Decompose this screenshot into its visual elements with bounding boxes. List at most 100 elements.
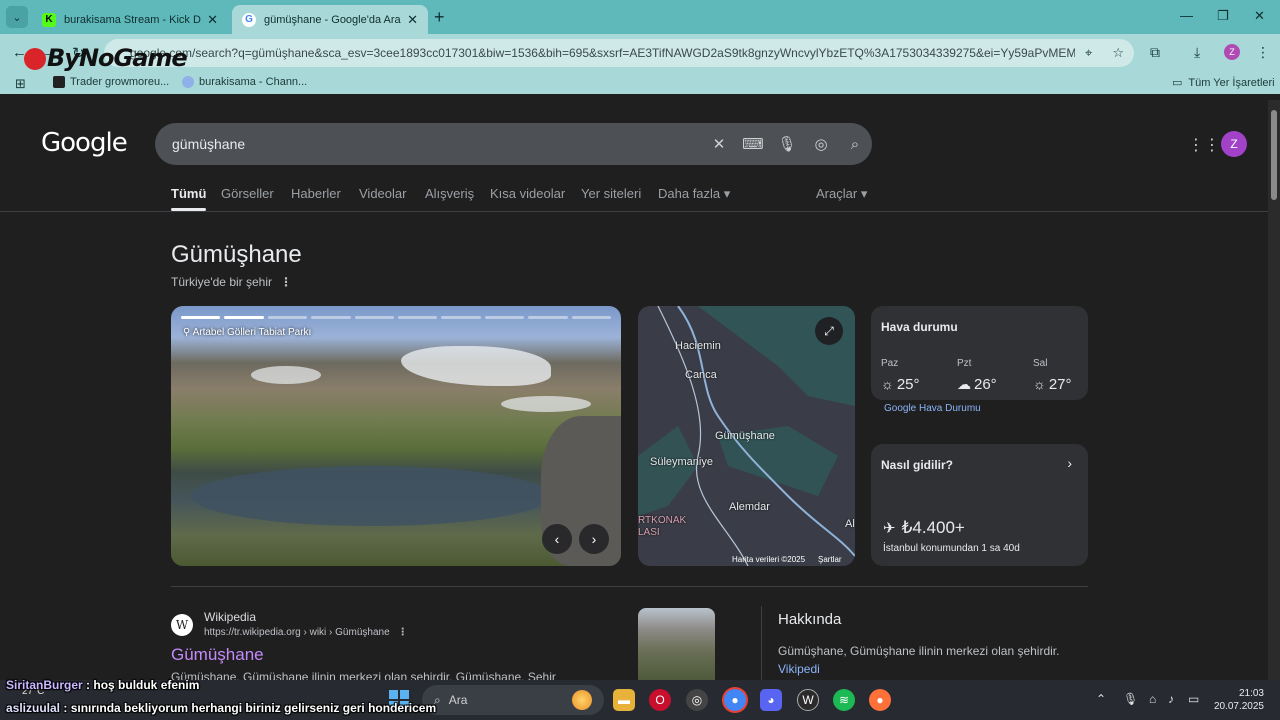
tray-expand-icon[interactable]: ⌃	[1096, 692, 1106, 706]
tab-all[interactable]: Tümü	[171, 186, 207, 211]
weather-day: Sal	[1033, 358, 1048, 369]
about-link[interactable]: Vikipedi	[778, 662, 820, 676]
map-label: Al	[845, 518, 855, 530]
account-avatar[interactable]: Z	[1221, 131, 1247, 157]
download-icon[interactable]: ⤓	[1194, 44, 1200, 61]
tab-search-button[interactable]: ⌄	[6, 6, 28, 28]
tab-places[interactable]: Yer siteleri	[581, 186, 641, 201]
taskbar-clock[interactable]: 21:03 20.07.2025	[1212, 687, 1264, 713]
weather-link[interactable]: Google Hava Durumu	[884, 403, 981, 414]
extensions-icon[interactable]: ⧉	[1150, 44, 1160, 61]
new-tab-button[interactable]: +	[434, 7, 445, 28]
network-icon[interactable]: ⌂	[1149, 692, 1156, 706]
keyboard-icon[interactable]: ⌨	[736, 135, 770, 153]
wikipedia-icon[interactable]: W	[171, 614, 193, 636]
lens-icon[interactable]: ◎	[804, 135, 838, 153]
tools-button[interactable]: Araçlar ▾	[816, 186, 867, 202]
knowledge-panel-title: Gümüşhane	[171, 241, 302, 268]
clear-icon[interactable]: ✕	[702, 135, 736, 153]
opera-icon[interactable]: O	[649, 689, 671, 711]
progress-segment	[311, 316, 351, 319]
expand-map-button[interactable]: ⤢	[815, 317, 843, 345]
chrome-icon[interactable]: ●	[724, 689, 746, 711]
url-text: google.com/search?q=gümüşhane&sca_esv=3c…	[130, 46, 1076, 60]
map-card[interactable]: Haciemin Canca Gümüşhane Süleymaniye Ale…	[638, 306, 855, 566]
temp-value: 26°	[974, 376, 997, 393]
bookmark-label: burakisama - Chann...	[199, 76, 308, 88]
chevron-down-icon: ⌄	[12, 11, 22, 24]
microphone-icon[interactable]: 🎙	[770, 135, 804, 153]
minimize-button[interactable]: —	[1180, 8, 1193, 23]
tab-news[interactable]: Haberler	[291, 186, 341, 201]
bookmark-burakisama[interactable]: burakisama - Chann...	[182, 76, 307, 88]
browser-profile-avatar[interactable]: Z	[1224, 44, 1240, 60]
result-title-link[interactable]: Gümüşhane	[171, 645, 264, 665]
search-icon[interactable]: ⌕	[838, 136, 872, 153]
chat-username: SiritanBurger	[6, 678, 83, 692]
directions-card[interactable]: Nasıl gidilir? › ✈ ₺4.400+ İstanbul konum…	[871, 444, 1088, 566]
caret-down-icon: ▾	[723, 186, 731, 201]
chevron-right-icon[interactable]: ›	[1067, 455, 1072, 471]
app-icon[interactable]: ◎	[686, 689, 708, 711]
price-value: ₺4.400+	[901, 518, 965, 537]
tab-shopping[interactable]: Alışveriş	[425, 186, 474, 201]
taskbar-search[interactable]: ⌕ Ara	[422, 685, 604, 715]
address-bar[interactable]: google.com/search?q=gümüşhane&sca_esv=3c…	[104, 39, 1134, 67]
more-options-icon[interactable]: ⋮	[398, 627, 408, 638]
tab-images[interactable]: Görseller	[221, 186, 274, 201]
file-explorer-icon[interactable]: ▬	[613, 689, 635, 711]
more-options-icon[interactable]: ⋮	[280, 275, 292, 289]
weather-card[interactable]: Hava durumu Paz Pzt Sal ☼ 25° ☁ 26° ☼ 27° G…	[871, 306, 1088, 414]
restore-button[interactable]: ❐	[1217, 8, 1229, 24]
google-icon: G	[242, 12, 256, 27]
close-icon[interactable]: ✕	[407, 12, 418, 28]
chevron-right-icon: ›	[591, 531, 597, 547]
tab-google[interactable]: G gümüşhane - Google'da Ara ✕	[232, 5, 428, 34]
menu-dots-icon[interactable]: ⋮	[1256, 44, 1270, 61]
firefox-icon[interactable]: ●	[869, 689, 891, 711]
microphone-icon[interactable]: 🎙	[1123, 692, 1138, 706]
location-icon[interactable]: ⌖	[1085, 45, 1092, 61]
photo-detail	[401, 346, 551, 386]
result-url[interactable]: https://tr.wikipedia.org › wiki › Gümüşh…	[204, 627, 408, 638]
photo-carousel[interactable]: ⚲ Artabel Gölleri Tabiat Parkı ‹ ›	[171, 306, 621, 566]
all-bookmarks[interactable]: ▭ Tüm Yer İşaretleri	[1172, 76, 1275, 90]
apps-grid-icon[interactable]: ⊞	[15, 76, 26, 92]
flight-price: ✈ ₺4.400+	[883, 518, 965, 538]
scrollbar-thumb[interactable]	[1271, 110, 1277, 200]
progress-segment	[354, 316, 395, 319]
bookmarks-bar: ⊞ Trader growmoreu... burakisama - Chann…	[0, 72, 1280, 94]
divider	[761, 606, 762, 680]
tab-more[interactable]: Daha fazla ▾	[658, 186, 730, 202]
volume-icon[interactable]: ♪	[1168, 692, 1174, 706]
progress-segment	[181, 316, 221, 319]
discord-icon[interactable]: ◕	[760, 689, 782, 711]
close-icon[interactable]: ✕	[207, 12, 218, 28]
close-window-button[interactable]: ✕	[1254, 8, 1265, 24]
battery-icon[interactable]: ▭	[1188, 692, 1199, 706]
weather-temp: ☁ 26°	[957, 376, 997, 393]
map-terms-link[interactable]: Şartlar	[818, 555, 842, 564]
progress-segment	[484, 316, 525, 319]
map-label: Gümüşhane	[715, 430, 775, 442]
tools-label: Araçlar	[816, 186, 858, 201]
carousel-next-button[interactable]: ›	[579, 524, 609, 554]
photo-location[interactable]: ⚲ Artabel Gölleri Tabiat Parkı	[183, 327, 311, 338]
search-box[interactable]: gümüşhane ✕ ⌨ 🎙 ◎ ⌕	[155, 123, 872, 165]
google-results-page: Google gümüşhane ✕ ⌨ 🎙 ◎ ⌕ ⋮⋮⋮ Z Tümü Gö…	[0, 100, 1268, 680]
airplane-icon: ✈	[883, 520, 896, 537]
search-input[interactable]: gümüşhane	[172, 136, 702, 152]
tab-short-videos[interactable]: Kısa videolar	[490, 186, 565, 201]
tab-videos[interactable]: Videolar	[359, 186, 406, 201]
carousel-prev-button[interactable]: ‹	[542, 524, 572, 554]
tab-kick[interactable]: K burakisama Stream - Kick Dashb ✕	[32, 5, 228, 34]
bookmark-star-icon[interactable]: ☆	[1112, 45, 1124, 61]
spotify-icon[interactable]: ≋	[833, 689, 855, 711]
google-logo[interactable]: Google	[41, 128, 128, 158]
windows-logo-part	[389, 690, 398, 699]
bookmark-trader[interactable]: Trader growmoreu...	[53, 76, 169, 88]
result-thumbnail[interactable]	[638, 608, 715, 680]
page-scrollbar[interactable]	[1268, 100, 1280, 680]
whatsapp-icon[interactable]: W	[797, 689, 819, 711]
result-site-name[interactable]: Wikipedia	[204, 610, 256, 624]
